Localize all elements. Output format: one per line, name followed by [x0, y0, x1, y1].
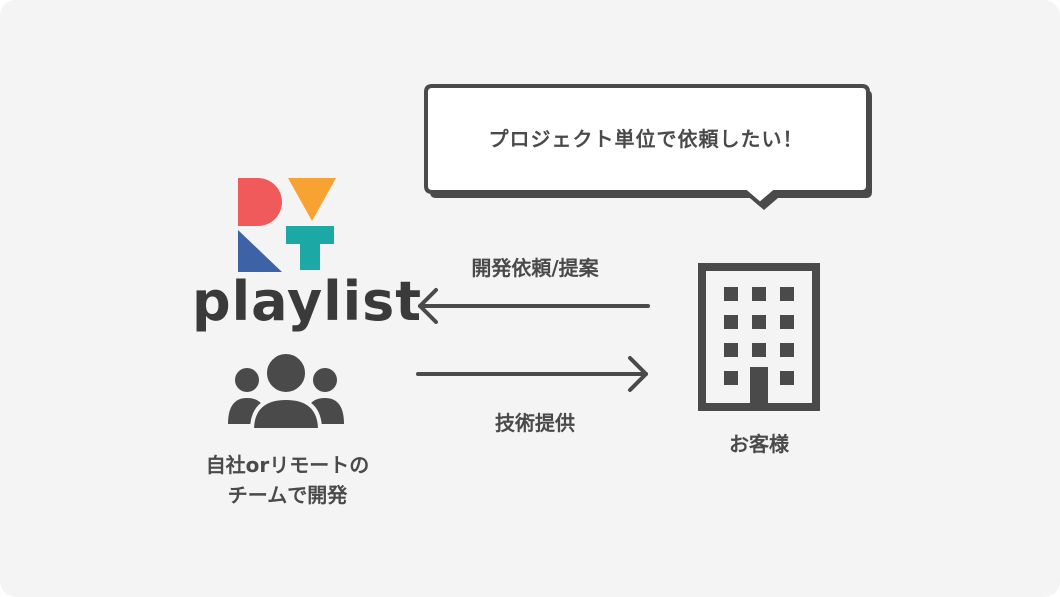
provide-arrow-label: 技術提供 — [495, 411, 575, 435]
logo-teal-stem — [300, 244, 320, 270]
speech-bubble-text: プロジェクト単位で依頼したい！ — [488, 127, 804, 151]
team-icon — [228, 352, 344, 432]
logo-red-shape — [238, 178, 282, 226]
playlist-wordmark: playlist — [192, 270, 423, 333]
team-label-line1: 自社orリモートの — [205, 453, 370, 477]
client-label: お客様 — [729, 432, 789, 456]
left-arrow-icon — [418, 288, 650, 324]
logo-blue-shape — [238, 230, 282, 272]
team-label-line2: チームで開発 — [227, 483, 348, 507]
diagram-card: playlist 自社orリモートの チームで開発 プロジェクト単位で依頼したい… — [0, 0, 1060, 597]
right-arrow-icon — [416, 356, 648, 392]
team-label: 自社orリモートの チームで開発 — [180, 450, 395, 510]
logo-orange-shape — [288, 178, 336, 221]
logo-teal-bar — [286, 226, 334, 244]
building-icon — [698, 263, 820, 411]
request-arrow-label: 開発依頼/提案 — [471, 256, 599, 280]
playlist-logo-mark — [238, 178, 336, 272]
